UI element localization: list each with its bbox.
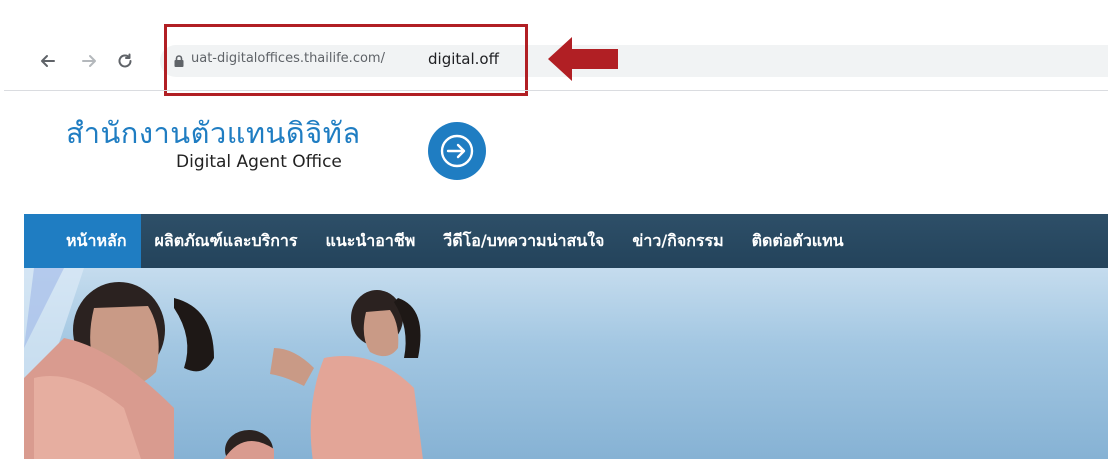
brand-title-english: Digital Agent Office <box>176 152 342 172</box>
login-button[interactable] <box>428 122 486 180</box>
brand-title-thai: สำนักงานตัวแทนดิจิทัล <box>66 116 361 150</box>
forward-button[interactable] <box>78 50 100 72</box>
forward-arrow-icon <box>82 55 96 67</box>
site-logo[interactable]: สำนักงานตัวแทนดิจิทัล Digital Agent Offi… <box>66 116 361 172</box>
sign-in-icon <box>440 134 474 168</box>
back-button[interactable] <box>37 50 59 72</box>
nav-item-videos-articles[interactable]: วีดีโอ/บทความน่าสนใจ <box>429 214 618 268</box>
back-arrow-icon <box>41 55 55 67</box>
main-navigation: หน้าหลัก ผลิตภัณฑ์และบริการ แนะนำอาชีพ ว… <box>24 214 1108 268</box>
nav-item-career[interactable]: แนะนำอาชีพ <box>311 214 429 268</box>
nav-item-products-services[interactable]: ผลิตภัณฑ์และบริการ <box>141 214 312 268</box>
reload-button[interactable] <box>114 50 136 72</box>
red-arrow-icon <box>548 37 618 81</box>
screenshot-frame: uat-digitaloffices.thailife.com/ digital… <box>4 4 1108 459</box>
reload-icon <box>118 53 132 68</box>
url-highlight-box <box>164 24 528 96</box>
nav-item-contact-agent[interactable]: ติดต่อตัวแทน <box>738 214 858 268</box>
nav-item-news-activities[interactable]: ข่าว/กิจกรรม <box>618 214 737 268</box>
hero-banner <box>24 268 1108 459</box>
toolbar-divider <box>4 90 1108 91</box>
nav-item-home[interactable]: หน้าหลัก <box>24 214 141 268</box>
hero-runners-image <box>24 268 423 459</box>
browser-toolbar: uat-digitaloffices.thailife.com/ digital… <box>4 4 1108 96</box>
